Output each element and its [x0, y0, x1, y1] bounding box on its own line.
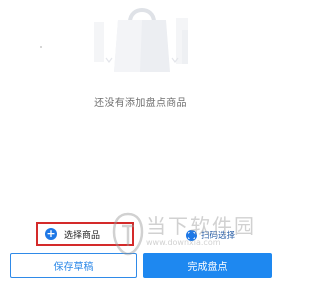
save-draft-button[interactable]: 保存草稿	[10, 253, 137, 278]
shopping-bag-icon	[94, 8, 188, 72]
empty-state-illustration	[92, 0, 192, 80]
finish-count-button[interactable]: 完成盘点	[143, 253, 272, 278]
scan-select-label: 扫码选择	[201, 231, 236, 241]
empty-state-message: 还没有添加盘点商品	[94, 98, 187, 109]
scan-icon	[186, 229, 197, 241]
select-product-button[interactable]: + 选择商品	[36, 222, 134, 246]
action-row: + 选择商品 扫码选择	[0, 222, 281, 248]
plus-circle-icon: +	[45, 227, 57, 240]
bottom-action-bar: 保存草稿 完成盘点	[0, 252, 281, 282]
decor-dot	[40, 46, 42, 48]
scan-select-button[interactable]: 扫码选择	[186, 226, 235, 244]
select-product-label: 选择商品	[64, 230, 101, 241]
